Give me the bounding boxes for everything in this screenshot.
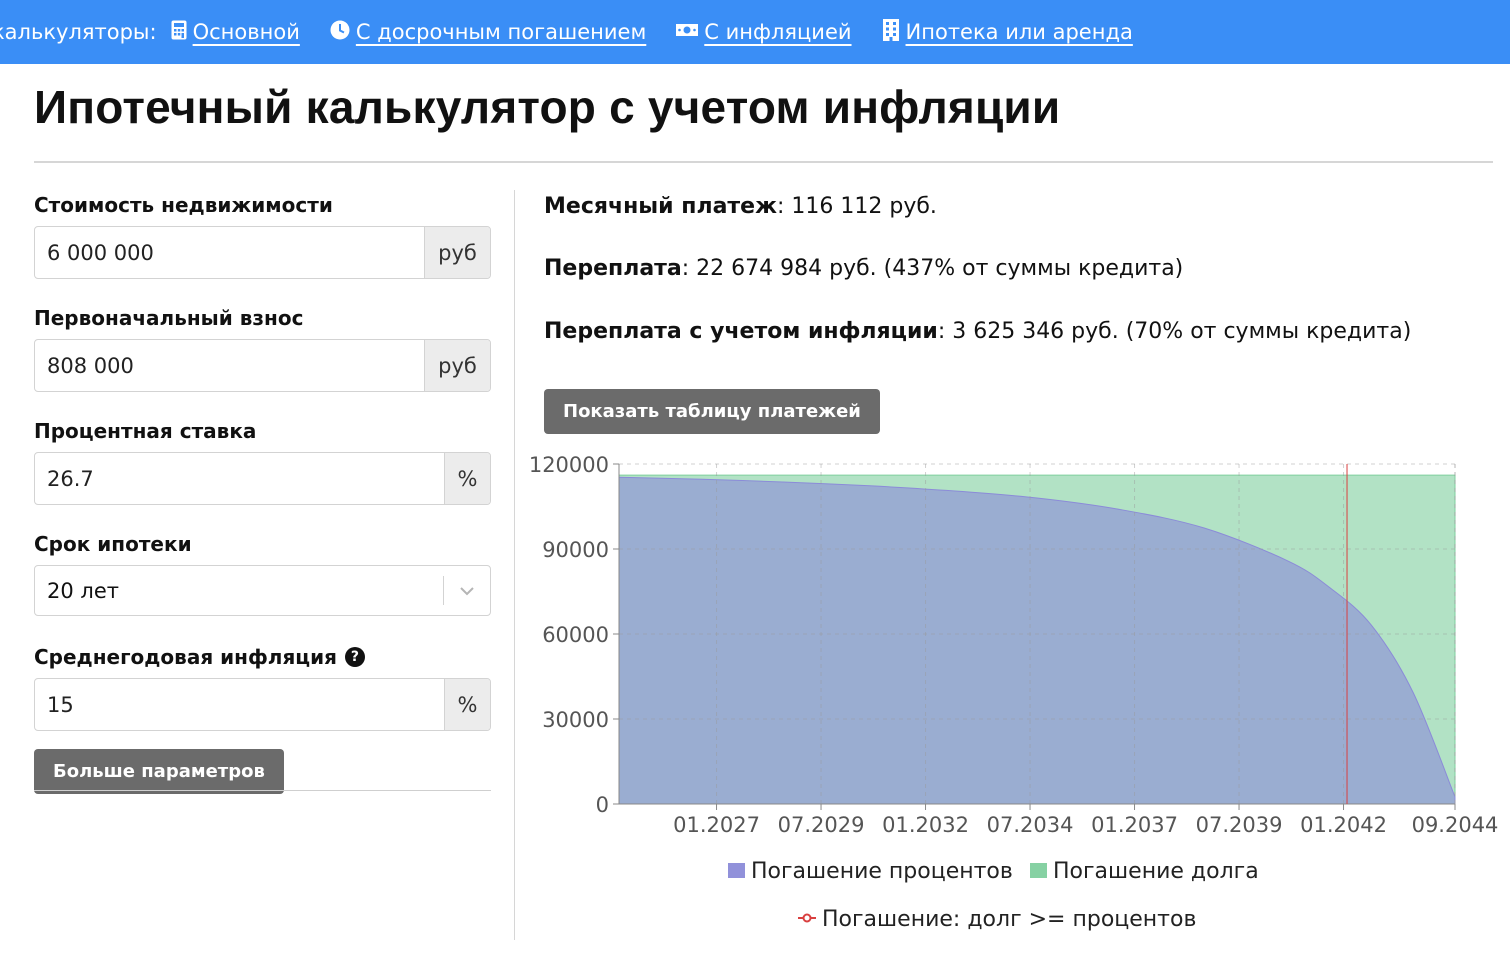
x-tick-label: 01.2042 — [1300, 813, 1387, 837]
term-select-value: 20 лет — [47, 578, 119, 603]
overpayment: Переплата: 22 674 984 руб. (437% от сумм… — [544, 256, 1183, 281]
rate-unit: % — [444, 453, 490, 504]
building-icon — [882, 18, 900, 46]
x-tick-label: 07.2029 — [778, 813, 865, 837]
money-icon — [676, 21, 699, 43]
legend-marker-dot — [802, 913, 812, 923]
x-tick-label: 09.2044 — [1412, 813, 1499, 837]
down-payment-input[interactable]: 808 000 — [35, 340, 424, 391]
inflation-label: Среднегодовая инфляция ? — [34, 642, 491, 672]
rate-label: Процентная ставка — [34, 419, 257, 443]
overpayment-inflation-value: : 3 625 346 руб. (70% от суммы кредита) — [937, 319, 1412, 344]
price-label: Стоимость недвижимости — [34, 193, 333, 217]
price-input[interactable]: 6 000 000 — [35, 227, 424, 278]
overpayment-inflation: Переплата с учетом инфляции: 3 625 346 р… — [544, 319, 1411, 344]
y-tick-label: 30000 — [542, 708, 609, 732]
x-tick-label: 07.2039 — [1196, 813, 1283, 837]
nav-lead: калькуляторы: — [0, 20, 157, 44]
legend-label-marker: Погашение: долг >= процентов — [822, 907, 1196, 932]
monthly-payment: Месячный платеж: 116 112 руб. — [544, 194, 937, 219]
down-payment-label: Первоначальный взнос — [34, 306, 304, 330]
monthly-payment-label: Месячный платеж — [544, 194, 777, 219]
legend-swatch-principal — [1030, 863, 1047, 878]
nav-link-inflation[interactable]: С инфляцией — [676, 20, 852, 44]
inflation-unit: % — [444, 679, 490, 730]
legend-label-interest: Погашение процентов — [751, 859, 1013, 884]
term-select[interactable]: 20 лет — [34, 565, 491, 616]
monthly-payment-value: : 116 112 руб. — [776, 194, 937, 219]
chevron-down-icon[interactable] — [444, 566, 490, 615]
calculator-icon — [171, 20, 187, 45]
column-divider — [514, 190, 515, 940]
legend-swatch-interest — [728, 863, 745, 878]
down-payment-unit: руб — [424, 340, 490, 391]
nav-link-rent[interactable]: Ипотека или аренда — [882, 18, 1133, 46]
rate-input[interactable]: 26.7 — [35, 453, 444, 504]
top-nav: калькуляторы: Основной С досрочным погаш… — [0, 0, 1510, 64]
help-icon[interactable]: ? — [344, 647, 365, 667]
more-params-button[interactable]: Больше параметров — [34, 749, 284, 794]
x-tick-label: 01.2027 — [673, 813, 760, 837]
nav-link-label: С досрочным погашением — [355, 20, 647, 44]
overpayment-inflation-label: Переплата с учетом инфляции — [544, 319, 938, 344]
page-title: Ипотечный калькулятор с учетом инфляции — [34, 81, 1061, 133]
overpayment-value: : 22 674 984 руб. (437% от суммы кредита… — [681, 256, 1184, 281]
rate-input-group: 26.7 % — [34, 452, 491, 505]
nav-link-label: Основной — [192, 20, 300, 44]
inflation-input[interactable]: 15 — [35, 679, 444, 730]
price-input-group: 6 000 000 руб — [34, 226, 491, 279]
y-tick-label: 60000 — [542, 623, 609, 647]
term-label: Срок ипотеки — [34, 532, 192, 556]
legend-label-principal: Погашение долга — [1053, 859, 1259, 884]
nav-link-basic[interactable]: Основной — [171, 20, 300, 45]
y-tick-label: 120000 — [529, 453, 609, 477]
y-tick-label: 0 — [596, 793, 609, 817]
title-divider — [34, 161, 1493, 163]
nav-link-prepayment[interactable]: С досрочным погашением — [330, 20, 646, 45]
x-tick-label: 01.2032 — [882, 813, 969, 837]
price-unit: руб — [424, 227, 490, 278]
nav-link-label: Ипотека или аренда — [905, 20, 1133, 44]
form-divider — [34, 790, 491, 791]
params-form: Стоимость недвижимости 6 000 000 руб Пер… — [34, 190, 491, 794]
down-payment-input-group: 808 000 руб — [34, 339, 491, 392]
x-tick-label: 01.2037 — [1091, 813, 1178, 837]
clock-icon — [330, 20, 350, 45]
y-tick-label: 90000 — [542, 538, 609, 562]
x-tick-label: 07.2034 — [987, 813, 1074, 837]
show-table-button[interactable]: Показать таблицу платежей — [544, 389, 880, 434]
nav-link-label: С инфляцией — [704, 20, 852, 44]
overpayment-label: Переплата — [544, 256, 682, 281]
inflation-label-text: Среднегодовая инфляция — [34, 645, 337, 669]
payment-chart: 0 30000 60000 90000 120000 01.2027 07.2029 01.2… — [529, 453, 1499, 932]
inflation-input-group: 15 % — [34, 678, 491, 731]
